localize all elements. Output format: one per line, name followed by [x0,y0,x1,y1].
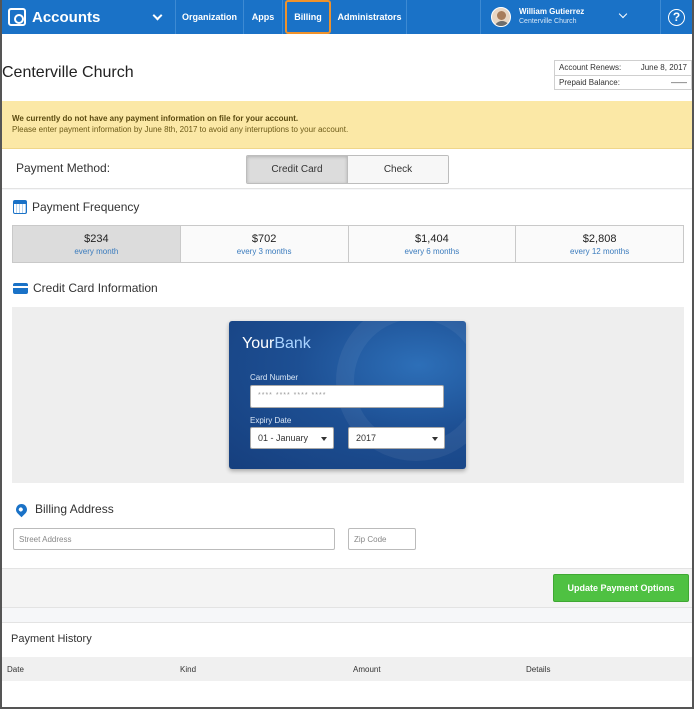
credit-card-option[interactable]: Credit Card [247,156,348,183]
nav-billing[interactable]: Billing [285,0,331,34]
frequency-title: Payment Frequency [13,200,139,214]
app-window: Accounts Organization Apps Billing Admin… [0,0,694,709]
account-summary: Account Renews: June 8, 2017 Prepaid Bal… [554,60,692,90]
address-title: Billing Address [13,501,114,517]
frequency-period: every 6 months [404,246,460,256]
card-number-label: Card Number [250,373,299,382]
prepaid-row: Prepaid Balance: —— [555,75,691,89]
payment-frequency-section: Payment Frequency $234 every month $702 … [2,190,692,266]
payment-method-label: Payment Method: [16,161,111,175]
card-title-text: Credit Card Information [33,281,158,295]
address-title-text: Billing Address [35,502,114,516]
renews-label: Account Renews: [559,63,622,72]
prepaid-label: Prepaid Balance: [559,78,620,87]
chevron-down-icon [152,10,163,21]
expiry-label: Expiry Date [250,416,292,425]
calendar-icon [13,200,27,214]
frequency-title-text: Payment Frequency [32,200,140,214]
frequency-period: every 3 months [236,246,292,256]
expiry-year-value: 2017 [356,433,377,443]
history-title: Payment History [11,633,92,645]
help-icon: ? [668,8,685,26]
payment-alert: We currently do not have any payment inf… [2,101,692,149]
dropdown-arrow-icon [321,437,327,441]
card-title: Credit Card Information [13,281,158,295]
alert-headline: We currently do not have any payment inf… [12,114,299,123]
accounts-menu[interactable]: Accounts [2,0,176,34]
avatar [491,7,511,27]
bank-name-your: Your [242,335,275,352]
frequency-amount: $702 [251,232,277,245]
nav-administrators[interactable]: Administrators [333,0,407,34]
street-address-input[interactable]: Street Address [13,528,335,550]
frequency-period: every 12 months [570,246,630,256]
bank-logo: YourBank [242,335,311,353]
payment-method-toggle: Credit Card Check [246,155,449,184]
credit-card-icon [13,282,28,294]
frequency-amount: $234 [84,232,109,245]
accounts-logo-icon [8,8,26,26]
nav-apps[interactable]: Apps [244,0,283,34]
frequency-option-12-months[interactable]: $2,808 every 12 months [516,226,683,262]
nav-spacer [407,0,481,34]
payment-history-section: Payment History Date Kind Amount Details [2,622,692,707]
bank-name-bank: Bank [274,335,311,352]
user-org: Centerville Church [519,18,577,25]
column-date[interactable]: Date [7,665,24,674]
frequency-options: $234 every month $702 every 3 months $1,… [12,225,684,263]
nav-organization[interactable]: Organization [176,0,244,34]
help-button[interactable]: ? [661,0,692,34]
frequency-option-6-months[interactable]: $1,404 every 6 months [348,226,517,262]
bank-card: YourBank Card Number **** **** **** ****… [229,321,466,469]
zip-code-input[interactable]: Zip Code [348,528,416,550]
expiry-month-value: 01 - January [258,433,309,443]
column-details[interactable]: Details [526,665,550,674]
update-payment-button[interactable]: Update Payment Options [553,574,689,602]
chevron-down-icon [618,9,628,19]
column-amount[interactable]: Amount [353,665,381,674]
frequency-option-3-months[interactable]: $702 every 3 months [180,226,349,262]
renew-row: Account Renews: June 8, 2017 [555,61,691,75]
brand-name: Accounts [32,8,101,26]
history-table-header: Date Kind Amount Details [2,657,692,681]
page-title: Centerville Church [2,64,134,81]
top-nav: Accounts Organization Apps Billing Admin… [2,0,692,34]
expiry-year-select[interactable]: 2017 [348,427,445,449]
location-pin-icon [13,501,30,517]
check-option[interactable]: Check [348,156,448,183]
user-menu[interactable]: William Gutierrez Centerville Church [481,0,661,34]
frequency-amount: $1,404 [415,232,449,245]
credit-card-section: Credit Card Information YourBank Card Nu… [2,266,692,488]
card-area: YourBank Card Number **** **** **** ****… [12,307,684,483]
expiry-month-select[interactable]: 01 - January [250,427,334,449]
prepaid-value: —— [671,78,687,87]
payment-method-section: Payment Method: Credit Card Check [2,149,692,189]
alert-detail: Please enter payment information by June… [12,125,349,134]
billing-address-section: Billing Address Street Address Zip Code [2,488,692,568]
column-kind[interactable]: Kind [180,665,196,674]
frequency-period: every month [74,246,119,256]
action-bar: Update Payment Options [2,568,692,608]
page-header: Centerville Church Account Renews: June … [2,34,692,101]
dropdown-arrow-icon [432,437,438,441]
card-number-input[interactable]: **** **** **** **** [250,385,444,408]
frequency-option-monthly[interactable]: $234 every month [13,226,181,262]
user-name: William Gutierrez [519,7,585,16]
frequency-amount: $2,808 [582,232,617,245]
renews-value: June 8, 2017 [640,63,687,72]
